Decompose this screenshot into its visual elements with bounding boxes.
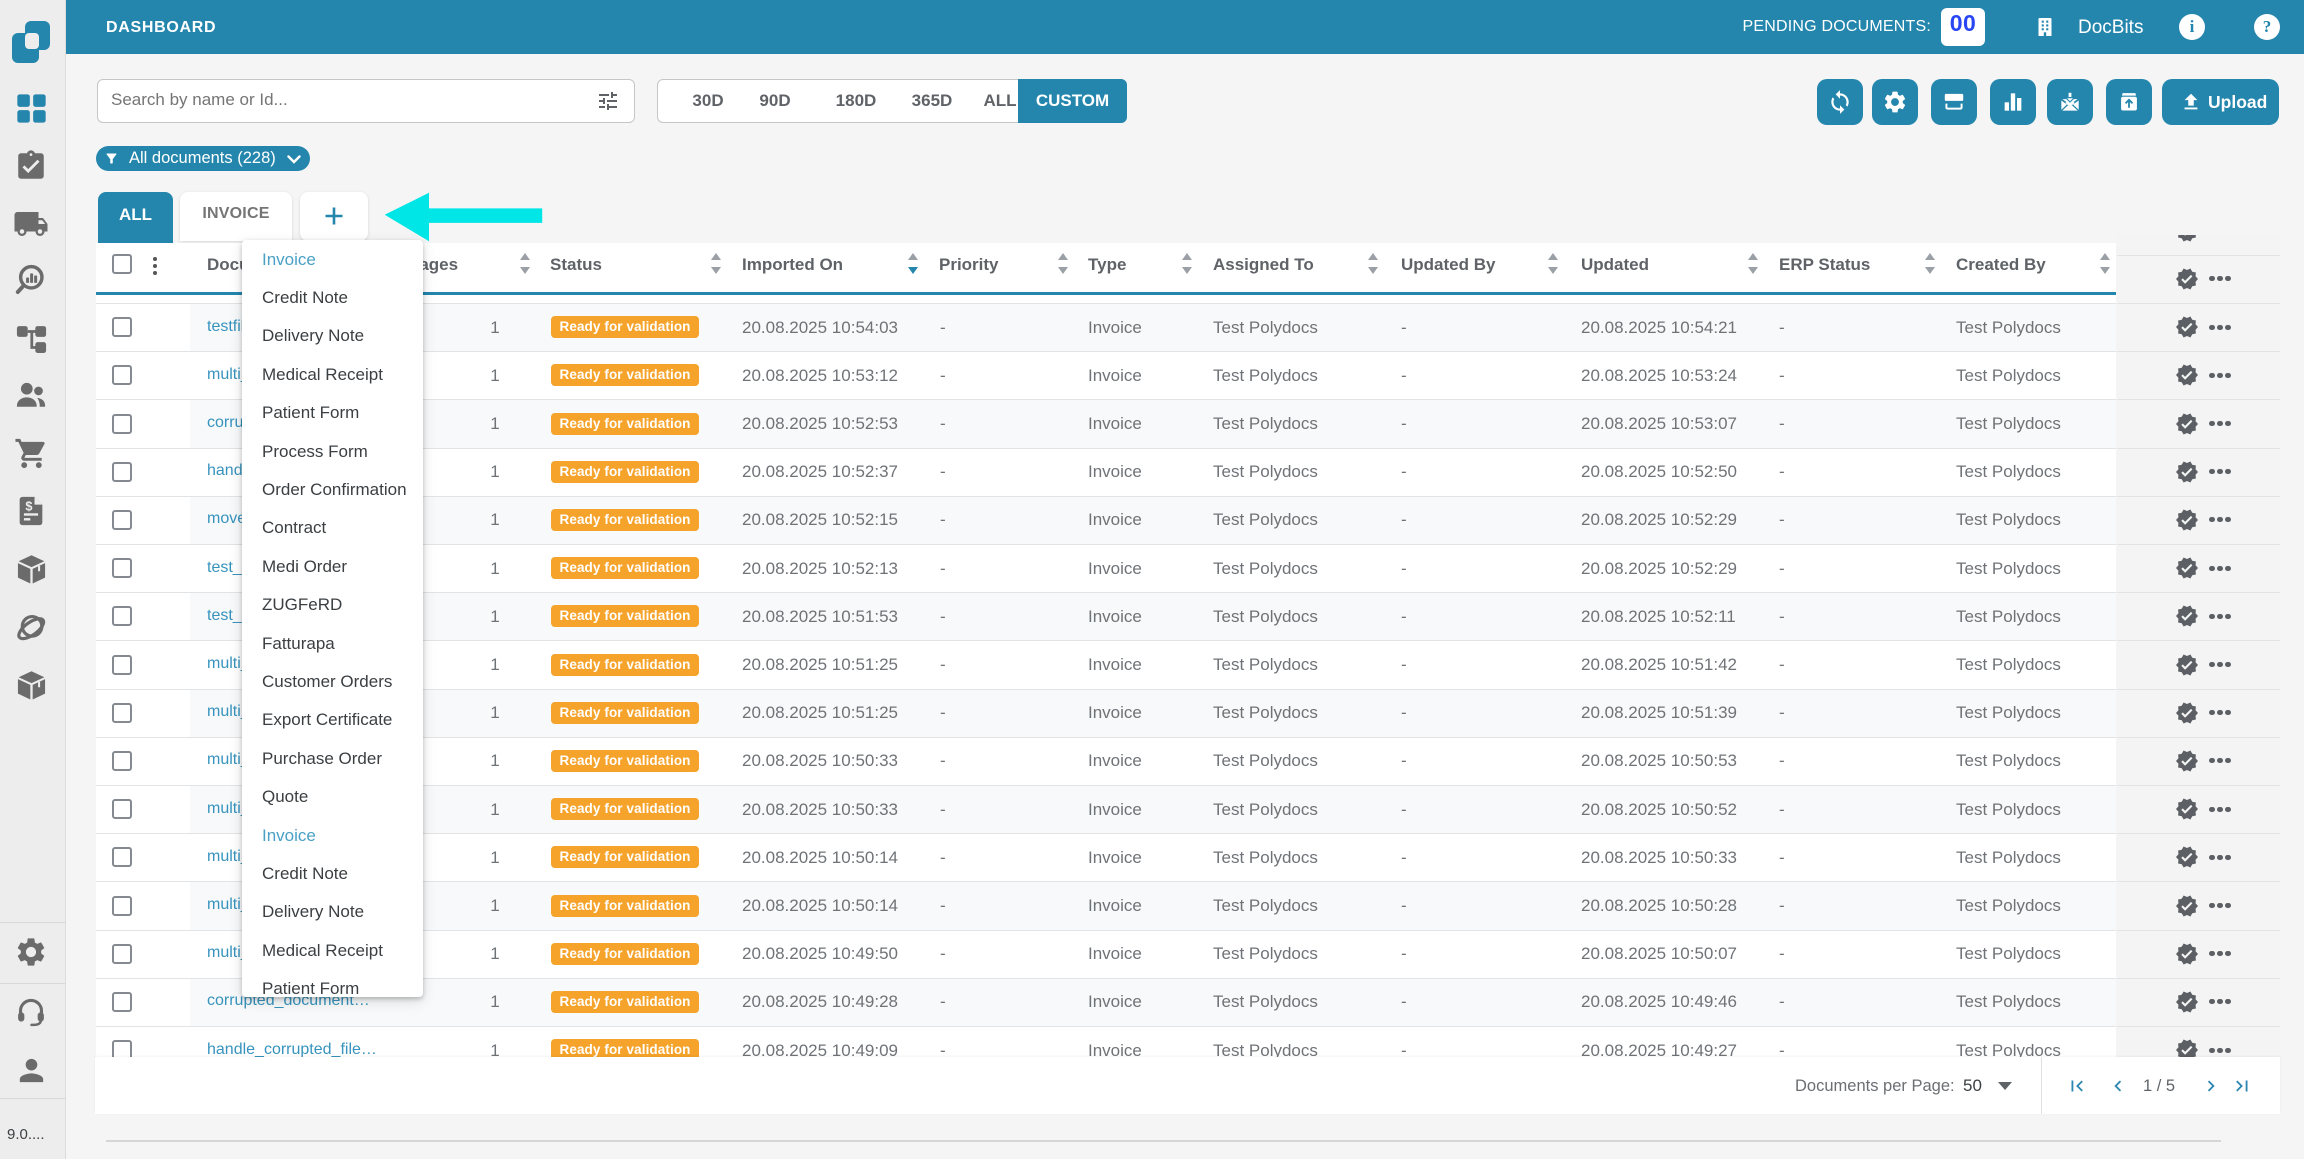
svg-text:$: $ bbox=[25, 498, 32, 513]
